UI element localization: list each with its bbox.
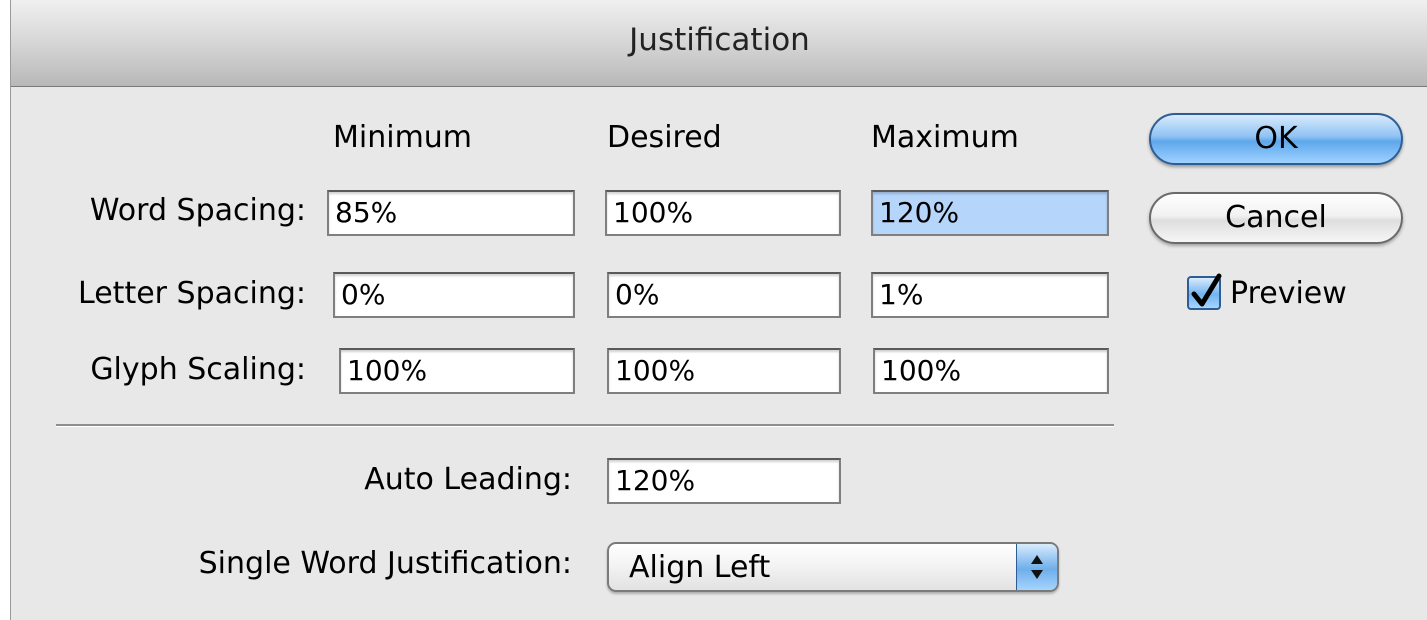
letter-spacing-desired-field[interactable]: 0% [607,272,841,318]
section-divider [56,424,1114,427]
word-spacing-desired-field[interactable]: 100% [605,190,841,236]
auto-leading-field[interactable]: 120% [607,458,841,504]
glyph-scaling-minimum-field[interactable]: 100% [339,348,575,394]
single-word-justification-label: Single Word Justification: [198,546,572,581]
column-header-maximum: Maximum [871,120,1019,155]
title-bar[interactable]: Justification [11,0,1427,87]
up-down-arrows-icon [1016,544,1057,590]
letter-spacing-maximum-field[interactable]: 1% [871,272,1109,318]
cancel-button[interactable]: Cancel [1149,192,1403,244]
column-header-desired: Desired [607,120,722,155]
preview-label[interactable]: Preview [1230,276,1347,311]
single-word-justification-popup[interactable]: Align Left [607,542,1059,592]
preview-checkbox[interactable] [1187,273,1222,310]
glyph-scaling-label: Glyph Scaling: [90,352,306,387]
checkmark-icon [1191,273,1222,307]
letter-spacing-label: Letter Spacing: [78,276,306,311]
word-spacing-minimum-field[interactable]: 85% [327,190,575,236]
column-header-minimum: Minimum [333,120,473,155]
glyph-scaling-maximum-field[interactable]: 100% [873,348,1109,394]
popup-selected-value: Align Left [629,550,771,585]
window-title: Justification [629,22,810,58]
justification-dialog: Justification Minimum Desired Maximum Wo… [10,0,1427,620]
ok-button[interactable]: OK [1149,113,1403,165]
auto-leading-label: Auto Leading: [364,462,572,497]
word-spacing-maximum-field[interactable]: 120% [871,190,1109,236]
glyph-scaling-desired-field[interactable]: 100% [607,348,841,394]
letter-spacing-minimum-field[interactable]: 0% [333,272,575,318]
word-spacing-label: Word Spacing: [89,193,306,228]
